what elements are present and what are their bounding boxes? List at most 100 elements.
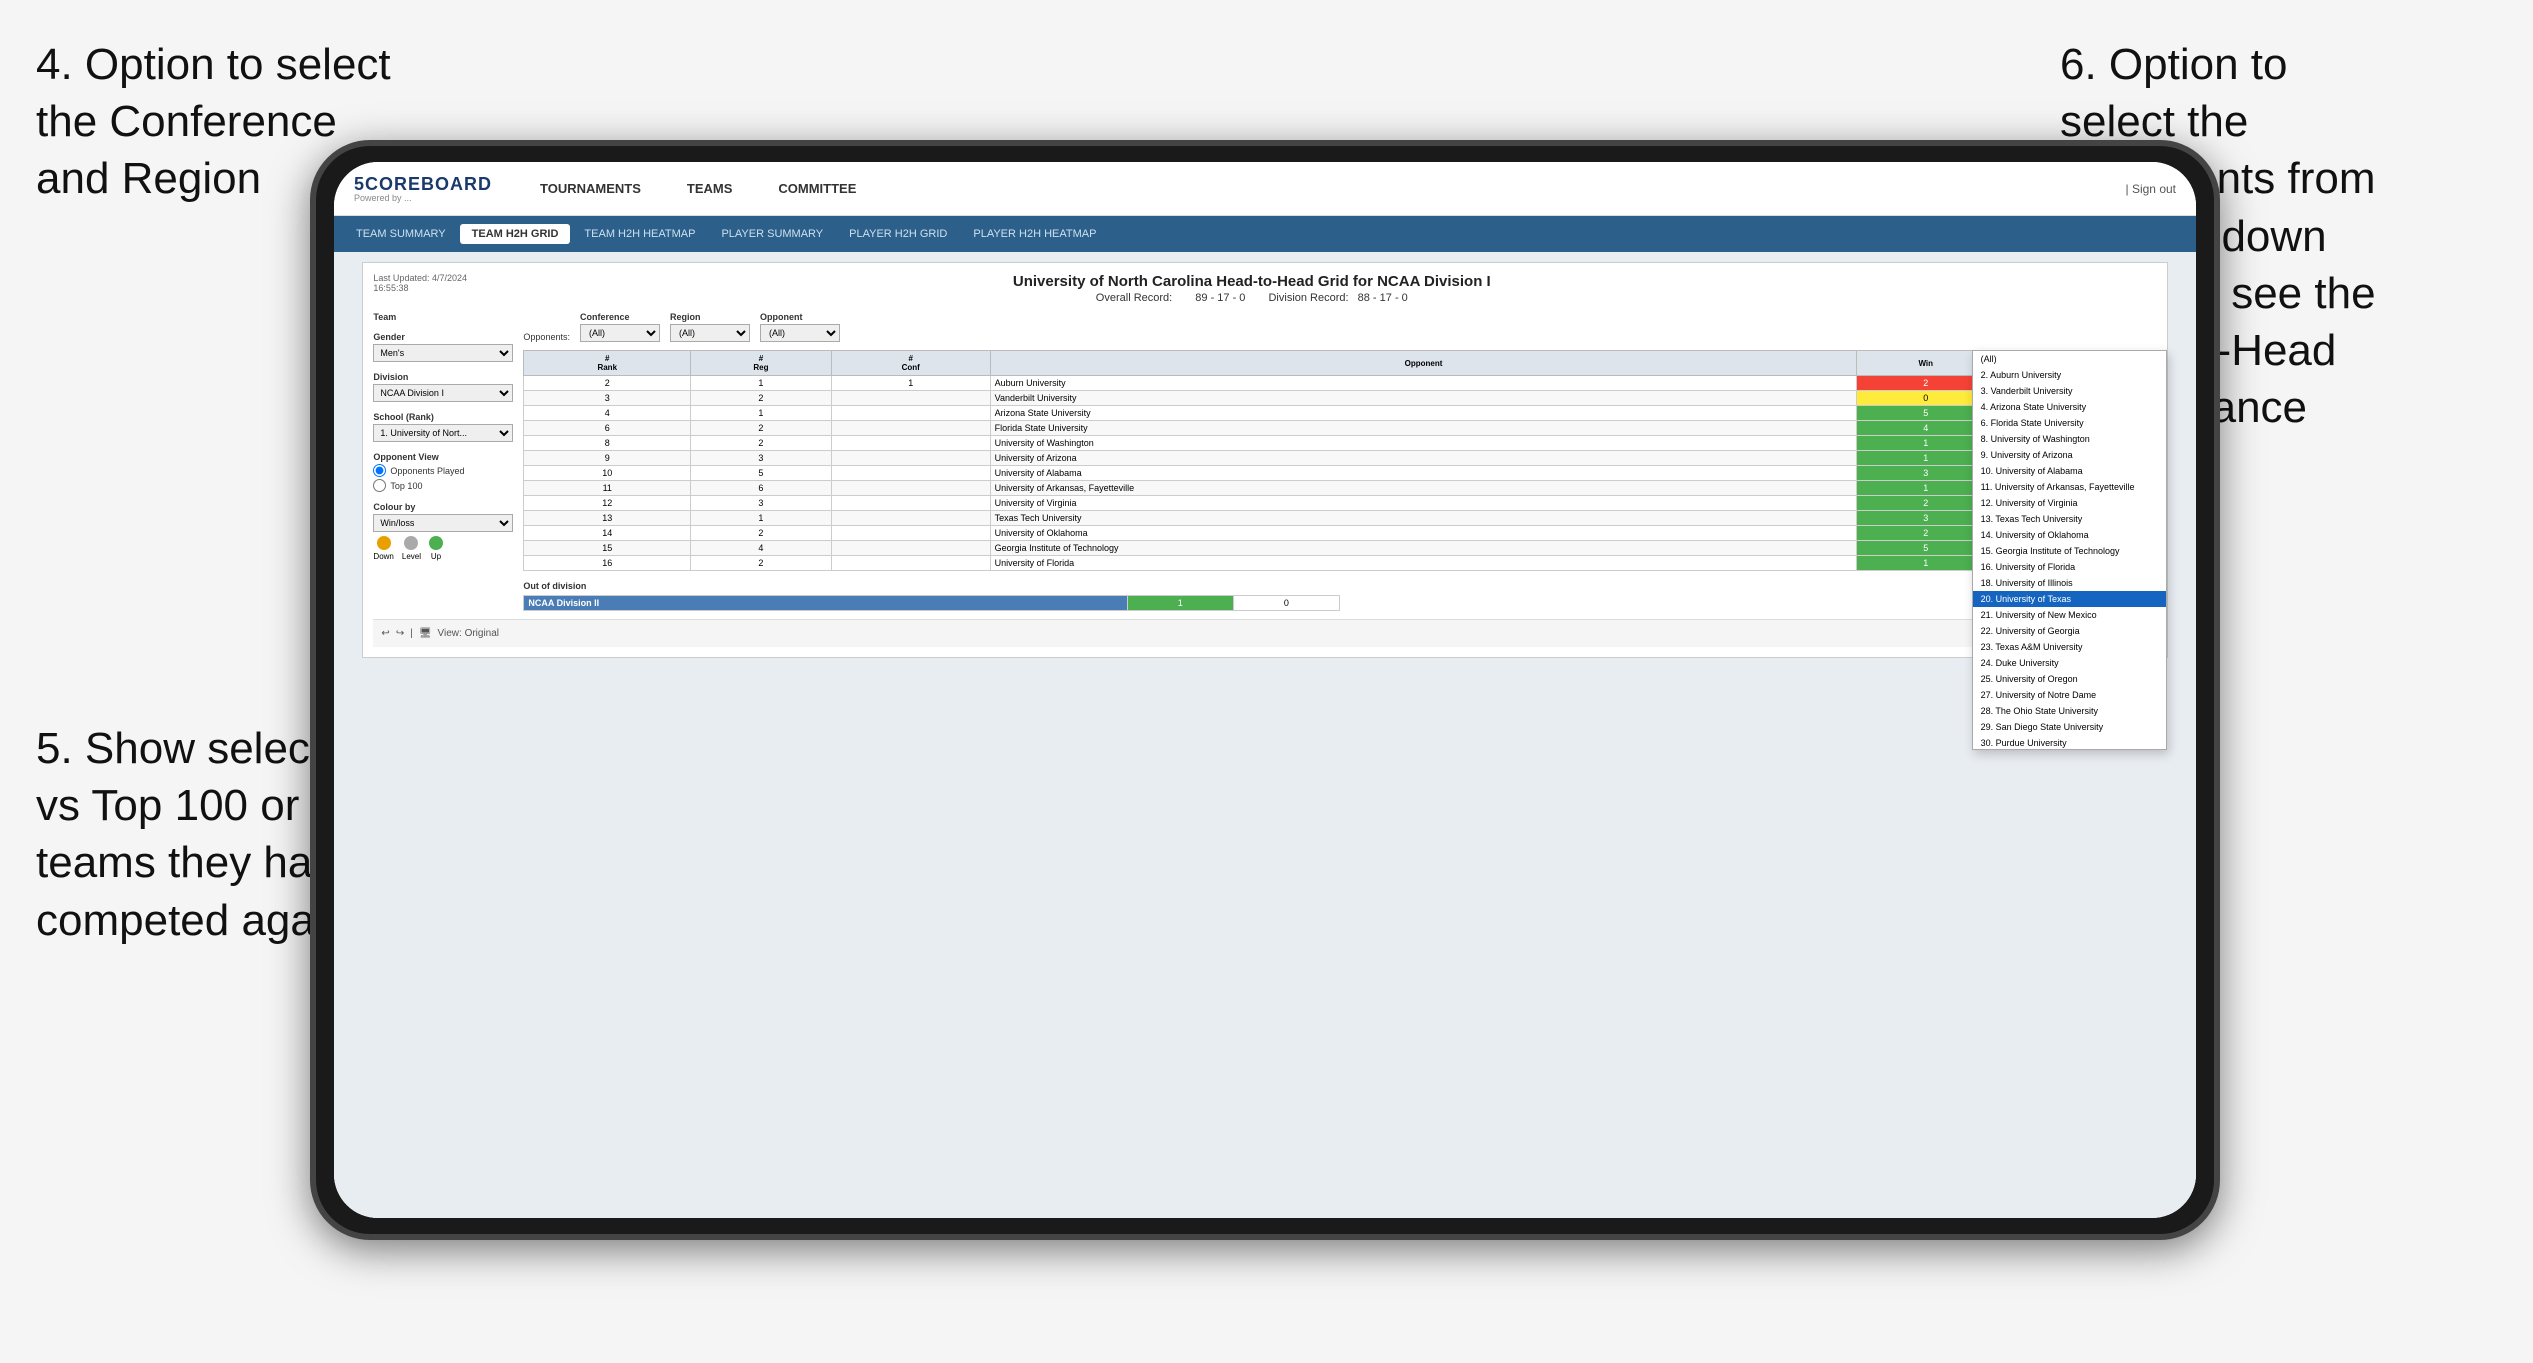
toolbar-redo[interactable]: ↪ — [396, 628, 404, 639]
dropdown-item[interactable]: 18. University of Illinois — [1973, 575, 2166, 591]
sub-nav-team-h2h-heatmap[interactable]: TEAM H2H HEATMAP — [572, 224, 707, 244]
division-label: Division — [373, 372, 513, 382]
table-row: 14 2 University of Oklahoma 2 2 — [524, 526, 2156, 541]
col-opponent: Opponent — [990, 351, 1857, 376]
opponent-filter: Opponent (All) — [760, 312, 840, 342]
cell-conf — [831, 526, 990, 541]
dropdown-item[interactable]: 28. The Ohio State University — [1973, 703, 2166, 719]
top-100-option[interactable]: Top 100 — [373, 479, 513, 492]
dropdown-item[interactable]: 4. Arizona State University — [1973, 399, 2166, 415]
dropdown-item[interactable]: 25. University of Oregon — [1973, 671, 2166, 687]
dropdown-item[interactable]: 30. Purdue University — [1973, 735, 2166, 750]
app-content: 5COREBOARD Powered by ... TOURNAMENTS TE… — [334, 162, 2196, 1218]
cell-reg: 4 — [691, 541, 832, 556]
dropdown-item[interactable]: 21. University of New Mexico — [1973, 607, 2166, 623]
filters-row: Opponents: Conference (All) Region — [523, 312, 2156, 342]
gender-select[interactable]: Men's — [373, 344, 513, 362]
dropdown-item[interactable]: 22. University of Georgia — [1973, 623, 2166, 639]
cell-conf — [831, 481, 990, 496]
nav-tournaments[interactable]: TOURNAMENTS — [532, 177, 649, 200]
opponent-select[interactable]: (All) — [760, 324, 840, 342]
cell-rank: 13 — [524, 511, 691, 526]
dropdown-item[interactable]: 13. Texas Tech University — [1973, 511, 2166, 527]
conference-select[interactable]: (All) — [580, 324, 660, 342]
sub-nav: TEAM SUMMARY TEAM H2H GRID TEAM H2H HEAT… — [334, 216, 2196, 252]
sub-nav-player-summary[interactable]: PLAYER SUMMARY — [709, 224, 835, 244]
cell-opponent: Auburn University — [990, 376, 1857, 391]
cell-reg: 2 — [691, 421, 832, 436]
legend-level: Level — [402, 536, 421, 561]
sub-nav-team-h2h-grid[interactable]: TEAM H2H GRID — [460, 224, 571, 244]
table-row: 13 1 Texas Tech University 3 0 — [524, 511, 2156, 526]
report-title: University of North Carolina Head-to-Hea… — [467, 273, 2037, 290]
team-label: Team — [373, 312, 513, 322]
table-row: 16 2 University of Florida 1 — [524, 556, 2156, 571]
cell-opponent: University of Washington — [990, 436, 1857, 451]
opponents-played-option[interactable]: Opponents Played — [373, 464, 513, 477]
toolbar: ↩ ↪ | 🖥 View: Original — [373, 619, 2156, 647]
cell-reg: 2 — [691, 526, 832, 541]
cell-rank: 9 — [524, 451, 691, 466]
table-row: 6 2 Florida State University 4 2 — [524, 421, 2156, 436]
division-ii-label: NCAA Division II — [524, 596, 1127, 611]
dropdown-item[interactable]: 2. Auburn University — [1973, 367, 2166, 383]
dropdown-item[interactable]: 3. Vanderbilt University — [1973, 383, 2166, 399]
cell-rank: 2 — [524, 376, 691, 391]
colour-label: Colour by — [373, 502, 513, 512]
table-row: 8 2 University of Washington 1 0 — [524, 436, 2156, 451]
colour-select[interactable]: Win/loss — [373, 514, 513, 532]
sub-nav-player-h2h-heatmap[interactable]: PLAYER H2H HEATMAP — [961, 224, 1108, 244]
table-row: 9 3 University of Arizona 1 0 — [524, 451, 2156, 466]
legend: Down Level Up — [373, 536, 513, 561]
dropdown-item[interactable]: 14. University of Oklahoma — [1973, 527, 2166, 543]
opponent-dropdown[interactable]: (All)2. Auburn University3. Vanderbilt U… — [1972, 350, 2167, 750]
table-row: 3 2 Vanderbilt University 0 4 — [524, 391, 2156, 406]
nav-teams[interactable]: TEAMS — [679, 177, 741, 200]
cell-opponent: University of Virginia — [990, 496, 1857, 511]
cell-rank: 12 — [524, 496, 691, 511]
cell-opponent: University of Florida — [990, 556, 1857, 571]
left-sidebar: Team Gender Men's Division — [373, 312, 513, 611]
division-ii-win: 1 — [1127, 596, 1233, 611]
cell-conf — [831, 421, 990, 436]
cell-rank: 3 — [524, 391, 691, 406]
cell-reg: 5 — [691, 466, 832, 481]
dropdown-item[interactable]: 15. Georgia Institute of Technology — [1973, 543, 2166, 559]
cell-rank: 6 — [524, 421, 691, 436]
dropdown-item[interactable]: 16. University of Florida — [1973, 559, 2166, 575]
dropdown-item[interactable]: 11. University of Arkansas, Fayetteville — [1973, 479, 2166, 495]
out-of-division-table: NCAA Division II 1 0 — [523, 595, 1340, 611]
team-section: Team — [373, 312, 513, 322]
main-content: Last Updated: 4/7/2024 16:55:38 Universi… — [334, 252, 2196, 1218]
last-updated: Last Updated: 4/7/2024 16:55:38 — [373, 273, 467, 293]
dropdown-item[interactable]: 27. University of Notre Dame — [1973, 687, 2166, 703]
toolbar-undo[interactable]: ↩ — [381, 628, 389, 639]
cell-opponent: Texas Tech University — [990, 511, 1857, 526]
division-section: Division NCAA Division I — [373, 372, 513, 402]
dropdown-item[interactable]: 23. Texas A&M University — [1973, 639, 2166, 655]
sub-nav-team-summary[interactable]: TEAM SUMMARY — [344, 224, 458, 244]
col-rank: #Rank — [524, 351, 691, 376]
dropdown-item[interactable]: 9. University of Arizona — [1973, 447, 2166, 463]
dropdown-item[interactable]: 29. San Diego State University — [1973, 719, 2166, 735]
cell-rank: 14 — [524, 526, 691, 541]
table-row: 12 3 University of Virginia 2 0 — [524, 496, 2156, 511]
sign-out[interactable]: | Sign out — [2126, 182, 2176, 196]
dropdown-item[interactable]: 24. Duke University — [1973, 655, 2166, 671]
dropdown-item[interactable]: (All) — [1973, 351, 2166, 367]
cell-conf — [831, 466, 990, 481]
dropdown-item[interactable]: 10. University of Alabama — [1973, 463, 2166, 479]
dropdown-item[interactable]: 6. Florida State University — [1973, 415, 2166, 431]
dropdown-item[interactable]: 8. University of Washington — [1973, 431, 2166, 447]
division-select[interactable]: NCAA Division I — [373, 384, 513, 402]
nav-committee[interactable]: COMMITTEE — [770, 177, 864, 200]
cell-reg: 1 — [691, 511, 832, 526]
cell-reg: 2 — [691, 391, 832, 406]
school-select[interactable]: 1. University of Nort... — [373, 424, 513, 442]
cell-conf — [831, 436, 990, 451]
region-select[interactable]: (All) — [670, 324, 750, 342]
dropdown-item[interactable]: 12. University of Virginia — [1973, 495, 2166, 511]
dropdown-item[interactable]: 20. University of Texas — [1973, 591, 2166, 607]
sub-nav-player-h2h-grid[interactable]: PLAYER H2H GRID — [837, 224, 959, 244]
cell-reg: 3 — [691, 496, 832, 511]
